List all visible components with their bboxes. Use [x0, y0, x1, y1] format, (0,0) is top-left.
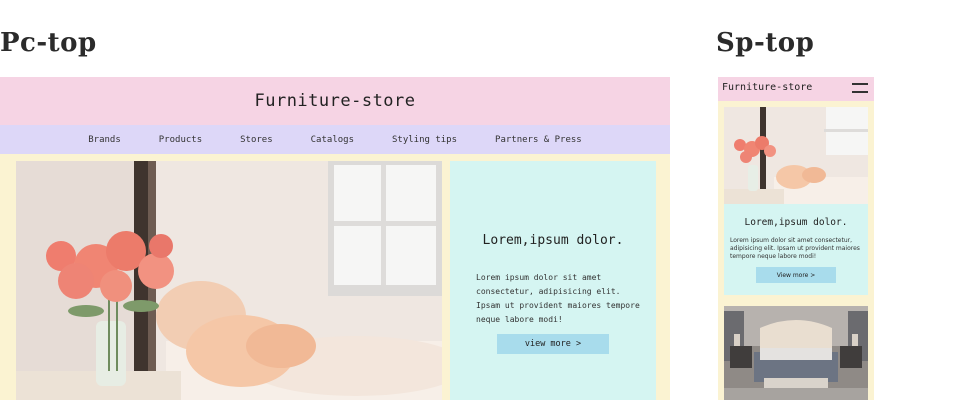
pc-nav: Brands Products Stores Catalogs Styling … [0, 125, 670, 154]
sp-view-more-button[interactable]: View more > [756, 267, 836, 283]
pc-view-more-button[interactable]: view more > [497, 334, 609, 354]
pc-header: Furniture-store [0, 77, 670, 125]
hero-image [16, 161, 442, 400]
sp-card-body: Lorem ipsum dolor sit amet consectetur, … [730, 237, 860, 260]
sp-header: Furniture-store [718, 77, 874, 101]
sp-mockup: Furniture-store Lorem,ipsum dolor. Lorem… [718, 77, 874, 400]
pc-card-body: Lorem ipsum dolor sit amet consectetur, … [476, 273, 640, 324]
sp-top-label: Sp-top [716, 28, 815, 58]
nav-item-partners-press[interactable]: Partners & Press [476, 135, 601, 145]
pc-logo[interactable]: Furniture-store [254, 91, 415, 111]
nav-item-brands[interactable]: Brands [69, 135, 140, 145]
pc-card-heading: Lorem,ipsum dolor. [482, 233, 624, 248]
hamburger-icon[interactable] [852, 81, 868, 95]
nav-item-stores[interactable]: Stores [221, 135, 292, 145]
sp-logo[interactable]: Furniture-store [722, 82, 812, 93]
nav-item-products[interactable]: Products [140, 135, 221, 145]
sp-hero-image [724, 107, 868, 204]
pc-feature-card: Lorem,ipsum dolor. Lorem ipsum dolor sit… [450, 161, 656, 400]
nav-item-styling-tips[interactable]: Styling tips [373, 135, 476, 145]
sp-feature-card: Lorem,ipsum dolor. Lorem ipsum dolor sit… [724, 204, 868, 295]
pc-mockup: Furniture-store Brands Products Stores C… [0, 77, 670, 400]
nav-item-catalogs[interactable]: Catalogs [292, 135, 373, 145]
pc-top-label: Pc-top [0, 28, 97, 58]
sp-bedroom-image [724, 306, 868, 400]
sp-card-heading: Lorem,ipsum dolor. [744, 217, 848, 228]
